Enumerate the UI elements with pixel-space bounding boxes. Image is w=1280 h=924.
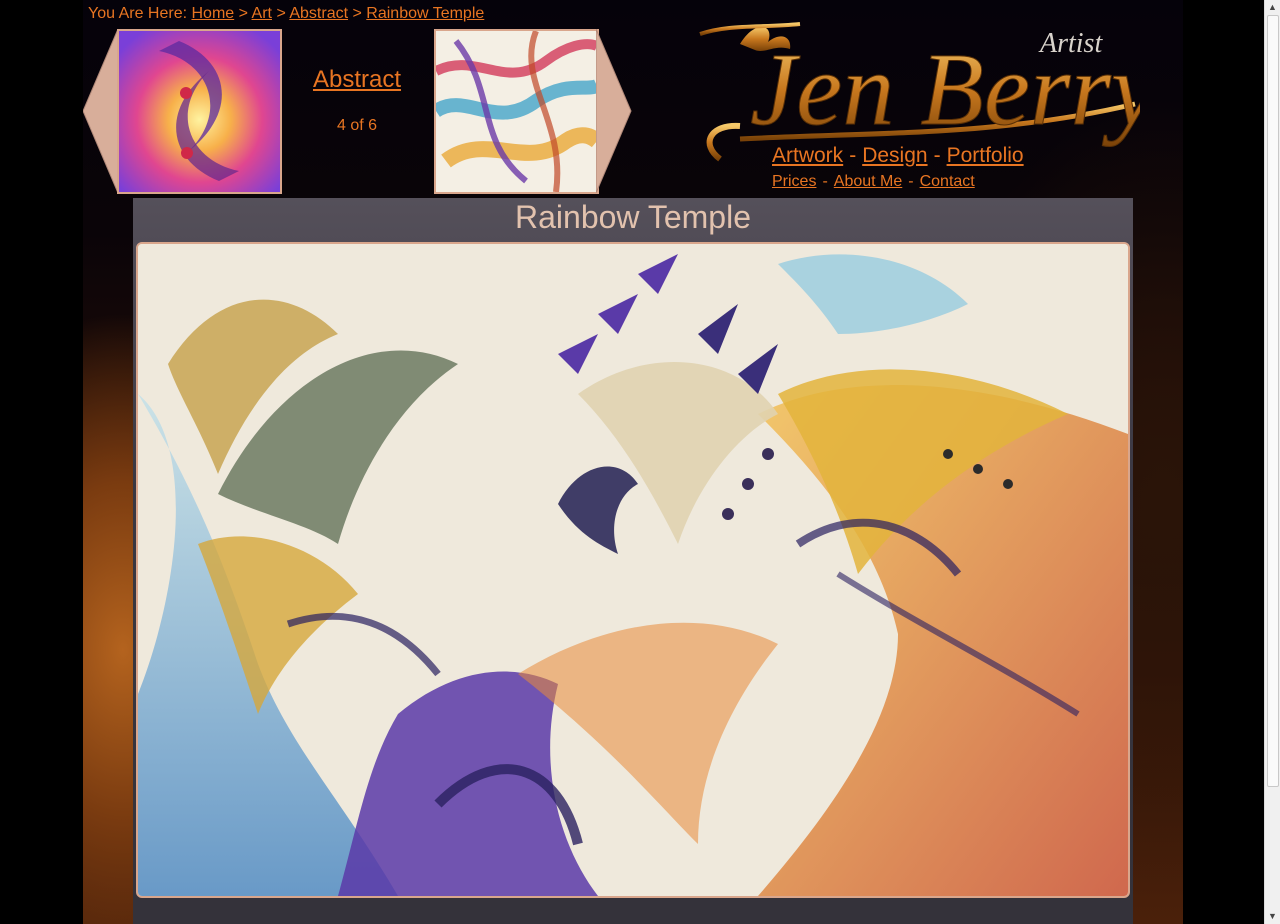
breadcrumb-separator: >: [352, 5, 362, 22]
nav-separator: -: [822, 173, 828, 190]
breadcrumb-separator: >: [276, 5, 286, 22]
nav-artwork-link[interactable]: Artwork: [772, 144, 843, 167]
breadcrumb-prefix: You Are Here:: [88, 5, 188, 22]
primary-nav: Artwork - Design - Portfolio: [772, 144, 1024, 168]
vertical-scrollbar[interactable]: ▲ ▼: [1264, 0, 1280, 924]
artwork-image: [136, 242, 1130, 898]
nav-contact-link[interactable]: Contact: [920, 173, 975, 190]
nav-separator: -: [908, 173, 914, 190]
scroll-down-icon[interactable]: ▼: [1265, 909, 1280, 924]
secondary-nav: Prices - About Me - Contact: [772, 173, 975, 191]
logo-tagline: Artist: [1038, 28, 1103, 59]
gallery-title-link[interactable]: Abstract: [313, 66, 401, 93]
gallery-title: Abstract: [286, 66, 428, 94]
breadcrumb-home-link[interactable]: Home: [191, 5, 234, 22]
gallery-position: 4 of 6: [336, 117, 378, 134]
nav-separator: -: [849, 144, 857, 167]
prev-artwork-image: [119, 31, 280, 192]
next-artwork-thumbnail[interactable]: [434, 29, 599, 194]
prev-artwork-thumbnail[interactable]: [117, 29, 282, 194]
scrollbar-thumb[interactable]: [1267, 15, 1279, 787]
left-arrow-icon[interactable]: [83, 29, 119, 193]
breadcrumb-current-link[interactable]: Rainbow Temple: [366, 5, 484, 22]
nav-portfolio-link[interactable]: Portfolio: [947, 144, 1024, 167]
next-artwork-image: [436, 31, 597, 192]
breadcrumb-art-link[interactable]: Art: [252, 5, 272, 22]
nav-separator: -: [933, 144, 941, 167]
nav-prices-link[interactable]: Prices: [772, 173, 816, 190]
right-arrow-icon[interactable]: [596, 29, 632, 193]
breadcrumb-abstract-link[interactable]: Abstract: [289, 5, 348, 22]
artwork-title: Rainbow Temple: [515, 199, 751, 235]
breadcrumb: You Are Here: Home > Art > Abstract > Ra…: [88, 5, 484, 23]
scroll-up-icon[interactable]: ▲: [1265, 0, 1280, 15]
nav-design-link[interactable]: Design: [862, 144, 927, 167]
nav-about-link[interactable]: About Me: [834, 173, 902, 190]
breadcrumb-separator: >: [238, 5, 248, 22]
